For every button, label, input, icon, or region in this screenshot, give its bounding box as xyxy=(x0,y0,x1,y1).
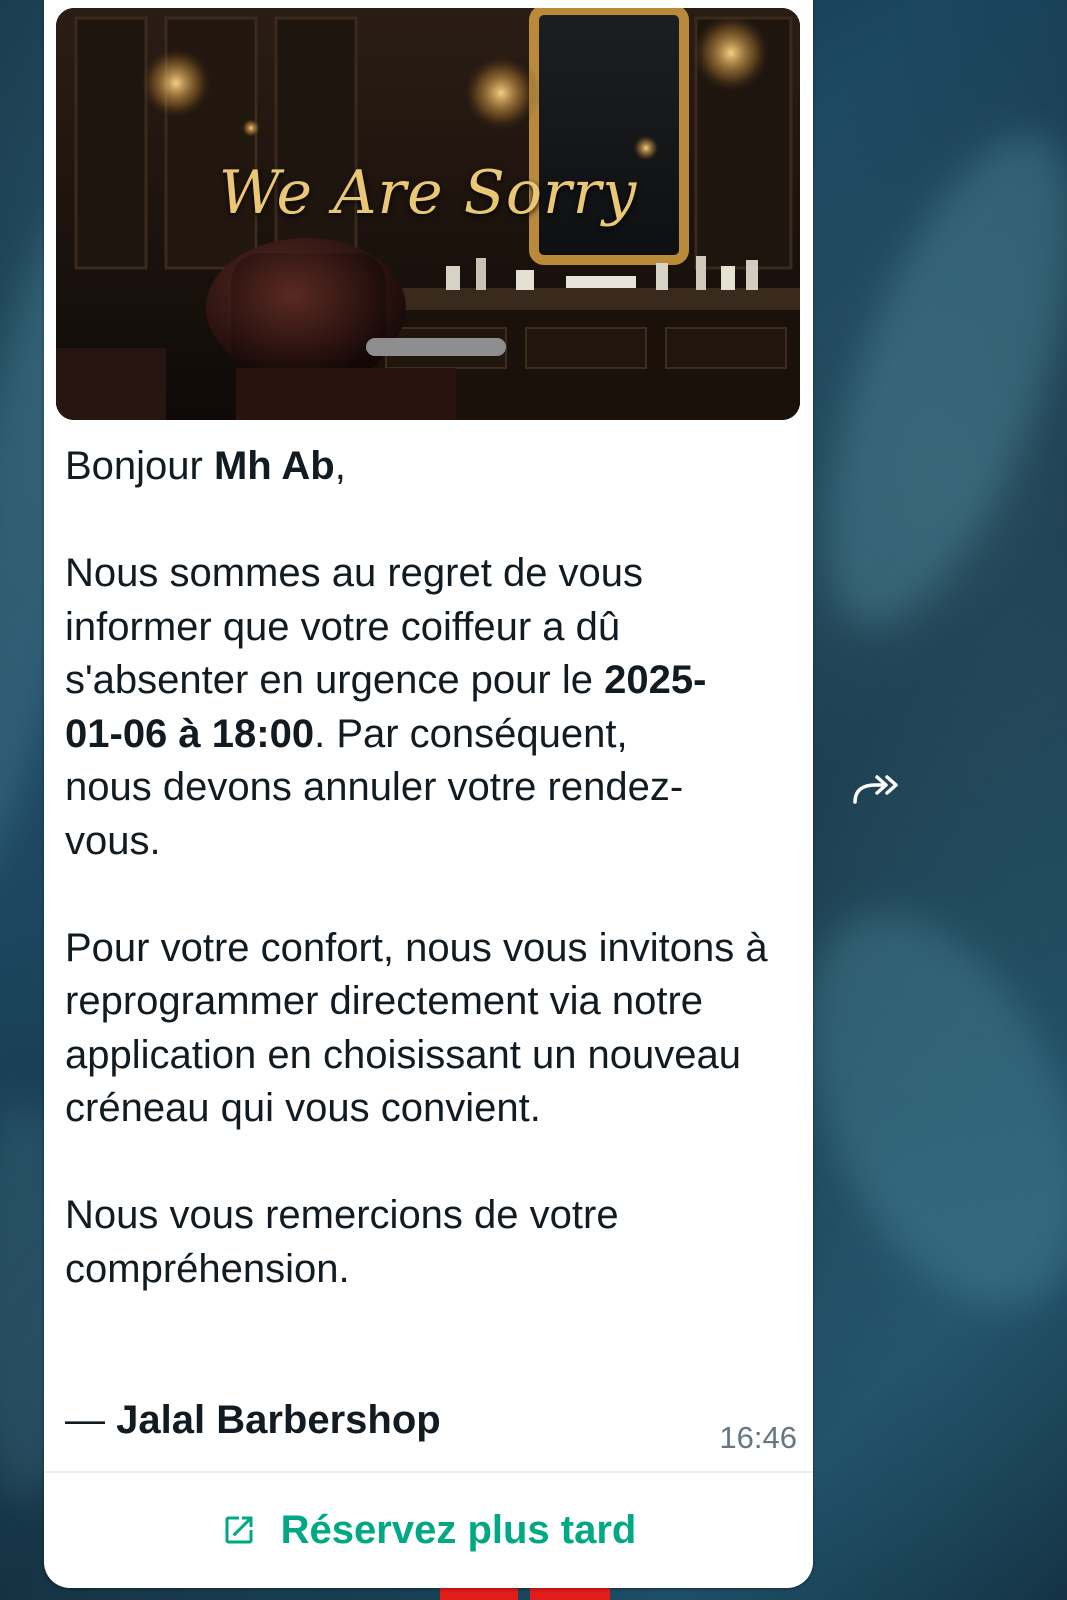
signature-line: — Jalal Barbershop xyxy=(65,1398,441,1443)
paragraph-thanks: Nous vous remercions de votre compréhens… xyxy=(65,1193,619,1291)
signature-name: Jalal Barbershop xyxy=(116,1398,441,1442)
bottom-red-strip-left xyxy=(440,1588,518,1600)
paragraph-reschedule: Pour votre confort, nous vous invitons à… xyxy=(65,925,768,1131)
hero-title: We Are Sorry xyxy=(218,158,638,228)
message-body: Bonjour Mh Ab, Nous sommes au regret de … xyxy=(65,440,805,1296)
signature-dash: — xyxy=(65,1398,117,1442)
greeting-prefix: Bonjour xyxy=(65,444,214,488)
reserve-later-button[interactable]: Réservez plus tard xyxy=(44,1475,813,1585)
paragraph-cancellation: Nous sommes au regret de vous informer q… xyxy=(65,547,725,868)
message-timestamp: 16:46 xyxy=(719,1420,797,1455)
customer-name: Mh Ab xyxy=(213,444,335,488)
hero-image[interactable]: We Are Sorry xyxy=(56,8,800,420)
greeting-line: Bonjour Mh Ab, xyxy=(65,440,805,494)
external-link-icon xyxy=(225,1516,253,1544)
cta-divider xyxy=(44,1471,813,1473)
p1-before: Nous sommes au regret de vous informer q… xyxy=(65,551,644,702)
forward-button[interactable] xyxy=(845,770,909,810)
greeting-suffix: , xyxy=(334,444,346,488)
forward-icon xyxy=(853,775,898,804)
bottom-red-strip-right xyxy=(530,1588,610,1600)
reserve-later-label: Réservez plus tard xyxy=(280,1507,637,1552)
